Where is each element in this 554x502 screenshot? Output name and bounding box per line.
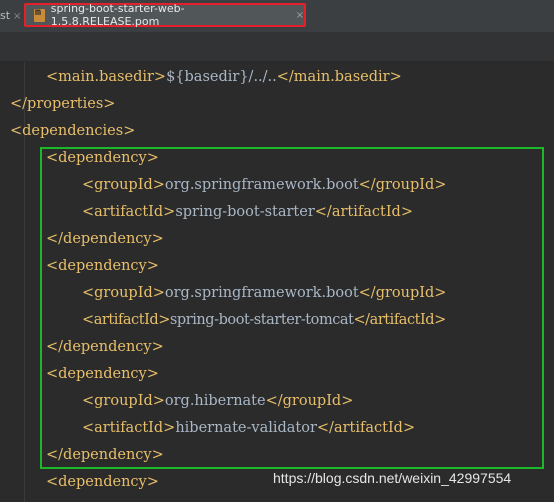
code-line: </dependency> <box>46 226 164 253</box>
xml-text: hibernate-validator <box>175 420 317 436</box>
xml-open-tag: <dependency> <box>46 474 159 490</box>
xml-open-tag: <dependency> <box>46 150 159 166</box>
xml-close-tag: </groupId> <box>358 177 447 193</box>
xml-text: org.springframework.boot <box>164 285 359 301</box>
watermark: https://blog.csdn.net/weixin_42997554 <box>273 470 512 486</box>
editor-tab-bar: st× spring-boot-starter-web-1.5.8.RELEAS… <box>0 0 554 33</box>
xml-text: spring-boot-starter <box>175 204 315 220</box>
close-icon[interactable]: × <box>296 10 304 21</box>
maven-pom-file-icon <box>34 7 45 22</box>
code-line: <dependency> <box>46 253 159 280</box>
code-line: </properties> <box>10 91 115 118</box>
code-line: </dependency> <box>46 442 164 469</box>
xml-open-tag: <artifactId> <box>82 204 176 220</box>
close-icon[interactable]: × <box>13 11 21 22</box>
editor-breadcrumb-bar <box>0 33 554 62</box>
code-editor[interactable]: <main.basedir>${basedir}/../..</main.bas… <box>0 62 554 502</box>
code-line: <groupId>org.hibernate</groupId> <box>82 388 353 415</box>
tab-previous-label: st <box>0 9 11 22</box>
xml-text: spring-boot-starter-tomcat <box>169 312 354 328</box>
code-line: </dependency> <box>46 334 164 361</box>
code-line: <groupId>org.springframework.boot</group… <box>82 172 446 199</box>
code-line: <artifactId>spring-boot-starter-tomcat</… <box>82 307 446 334</box>
code-line: <groupId>org.springframework.boot</group… <box>82 280 446 307</box>
tab-previous[interactable]: st × <box>0 9 21 22</box>
code-line: <dependency> <box>46 469 159 496</box>
xml-open-tag: <main.basedir> <box>46 69 167 85</box>
xml-close-tag: </properties> <box>10 96 116 112</box>
xml-close-tag: </dependency> <box>46 339 164 355</box>
code-line: <main.basedir>${basedir}/../..</main.bas… <box>46 64 402 91</box>
code-line: <artifactId>spring-boot-starter</artifac… <box>82 199 413 226</box>
xml-close-tag: </main.basedir> <box>276 69 402 85</box>
tab-active-pom[interactable]: spring-boot-starter-web-1.5.8.RELEASE.po… <box>24 2 306 28</box>
code-line: <artifactId>hibernate-validator</artifac… <box>82 415 415 442</box>
xml-text: org.springframework.boot <box>164 177 359 193</box>
xml-open-tag: <artifactId> <box>82 420 176 436</box>
xml-close-tag: </dependency> <box>46 447 164 463</box>
code-line: <dependency> <box>46 361 159 388</box>
xml-close-tag: </artifactId> <box>316 420 416 436</box>
xml-close-tag: </dependency> <box>46 231 164 247</box>
xml-open-tag: <groupId> <box>82 177 165 193</box>
xml-open-tag: <dependency> <box>46 258 159 274</box>
xml-close-tag: </groupId> <box>358 285 447 301</box>
code-line: <dependencies> <box>10 118 135 145</box>
xml-open-tag: <groupId> <box>82 393 165 409</box>
xml-open-tag: <groupId> <box>82 285 165 301</box>
xml-close-tag: </groupId> <box>265 393 354 409</box>
xml-text: org.hibernate <box>164 393 266 409</box>
xml-open-tag: <dependencies> <box>10 123 136 139</box>
xml-open-tag: <dependency> <box>46 366 159 382</box>
xml-close-tag: </artifactId> <box>353 312 446 328</box>
xml-open-tag: <artifactId> <box>82 312 170 328</box>
tab-active-label: spring-boot-starter-web-1.5.8.RELEASE.po… <box>50 2 185 28</box>
xml-close-tag: </artifactId> <box>314 204 413 220</box>
xml-text: ${basedir}/../.. <box>166 69 277 85</box>
code-line: <dependency> <box>46 145 159 172</box>
